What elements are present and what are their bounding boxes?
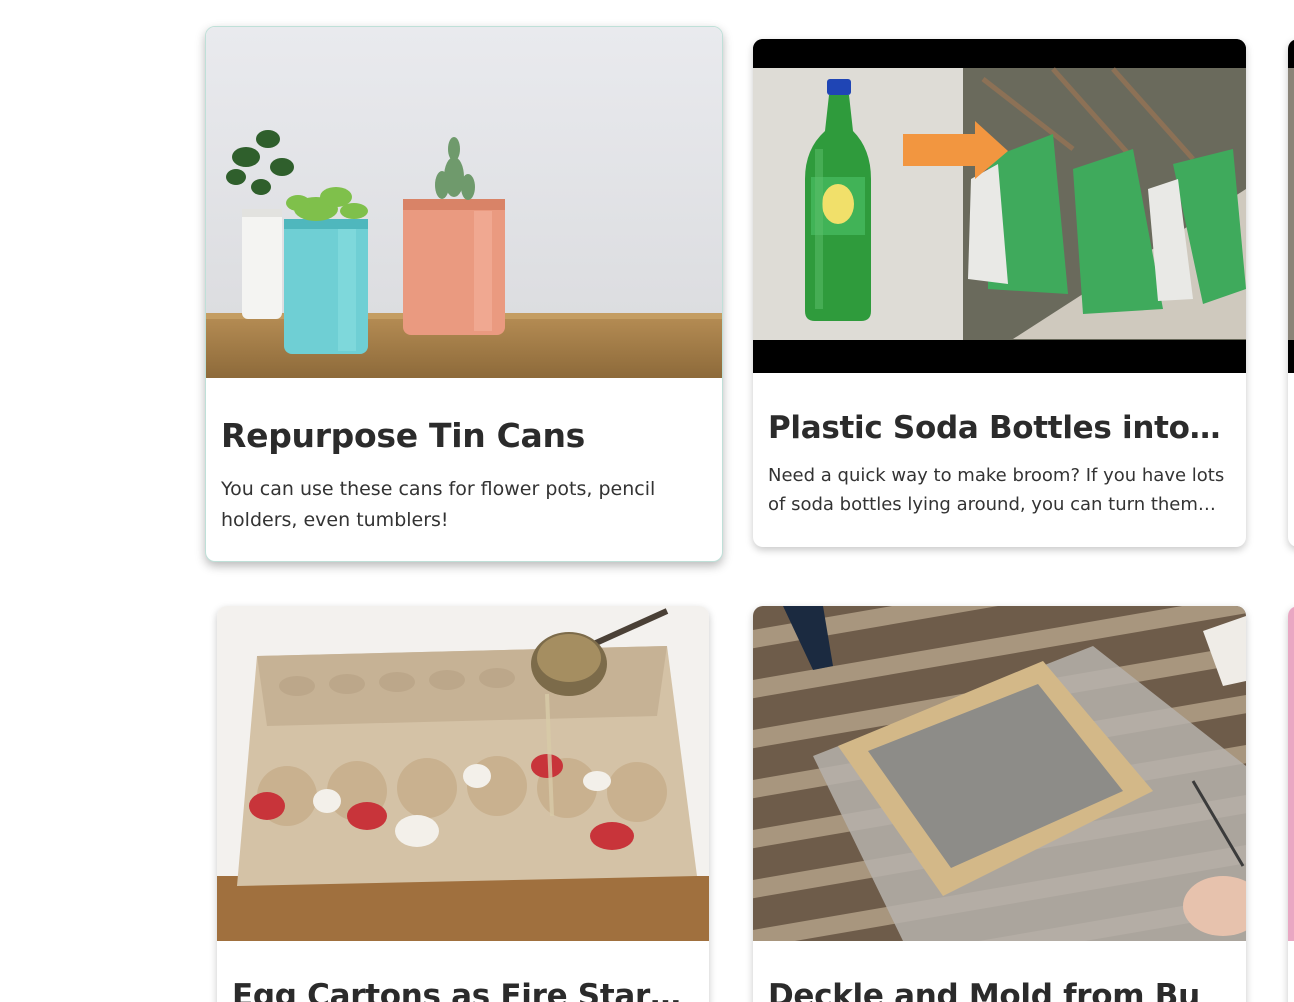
card-body: Egg Cartons as Fire Starters xyxy=(217,975,709,1002)
project-card-partial[interactable] xyxy=(1288,606,1294,1002)
project-card-tin-cans[interactable]: Repurpose Tin Cans You can use these can… xyxy=(205,26,723,562)
card-body: Deckle and Mold from Bu xyxy=(753,975,1246,1002)
deckle-mold-photo xyxy=(753,606,1246,941)
egg-carton-photo xyxy=(217,606,709,941)
card-description: Need a quick way to make broom? If you h… xyxy=(768,465,1225,515)
card-image[interactable] xyxy=(1288,606,1294,941)
project-card-egg-cartons[interactable]: Egg Cartons as Fire Starters xyxy=(217,606,709,1002)
card-image[interactable] xyxy=(1288,39,1294,373)
project-card-soda-bottles[interactable]: Plastic Soda Bottles into Brooms Need a … xyxy=(753,39,1246,547)
card-description: You can use these cans for flower pots, … xyxy=(221,478,656,531)
card-title[interactable]: Deckle and Mold from Bu xyxy=(768,975,1231,1002)
card-image[interactable] xyxy=(206,27,722,378)
card-image[interactable] xyxy=(753,606,1246,941)
card-grid: Repurpose Tin Cans You can use these can… xyxy=(0,0,1294,1002)
card-title[interactable]: Egg Cartons as Fire Starters xyxy=(232,975,694,1002)
card-body: Repurpose Tin Cans You can use these can… xyxy=(206,414,722,536)
card-body: Plastic Soda Bottles into Brooms Need a … xyxy=(753,407,1246,519)
project-card-partial[interactable] xyxy=(1288,39,1294,547)
card-title[interactable]: Plastic Soda Bottles into Brooms xyxy=(768,407,1231,449)
tin-can-planters-photo xyxy=(206,27,722,378)
photo-fragment xyxy=(1288,68,1294,340)
project-card-deckle-mold[interactable]: Deckle and Mold from Bu xyxy=(753,606,1246,1002)
card-title[interactable]: Repurpose Tin Cans xyxy=(221,414,707,458)
soda-bottle-broom-photo xyxy=(753,39,1246,373)
card-image[interactable] xyxy=(217,606,709,941)
card-image[interactable] xyxy=(753,39,1246,373)
